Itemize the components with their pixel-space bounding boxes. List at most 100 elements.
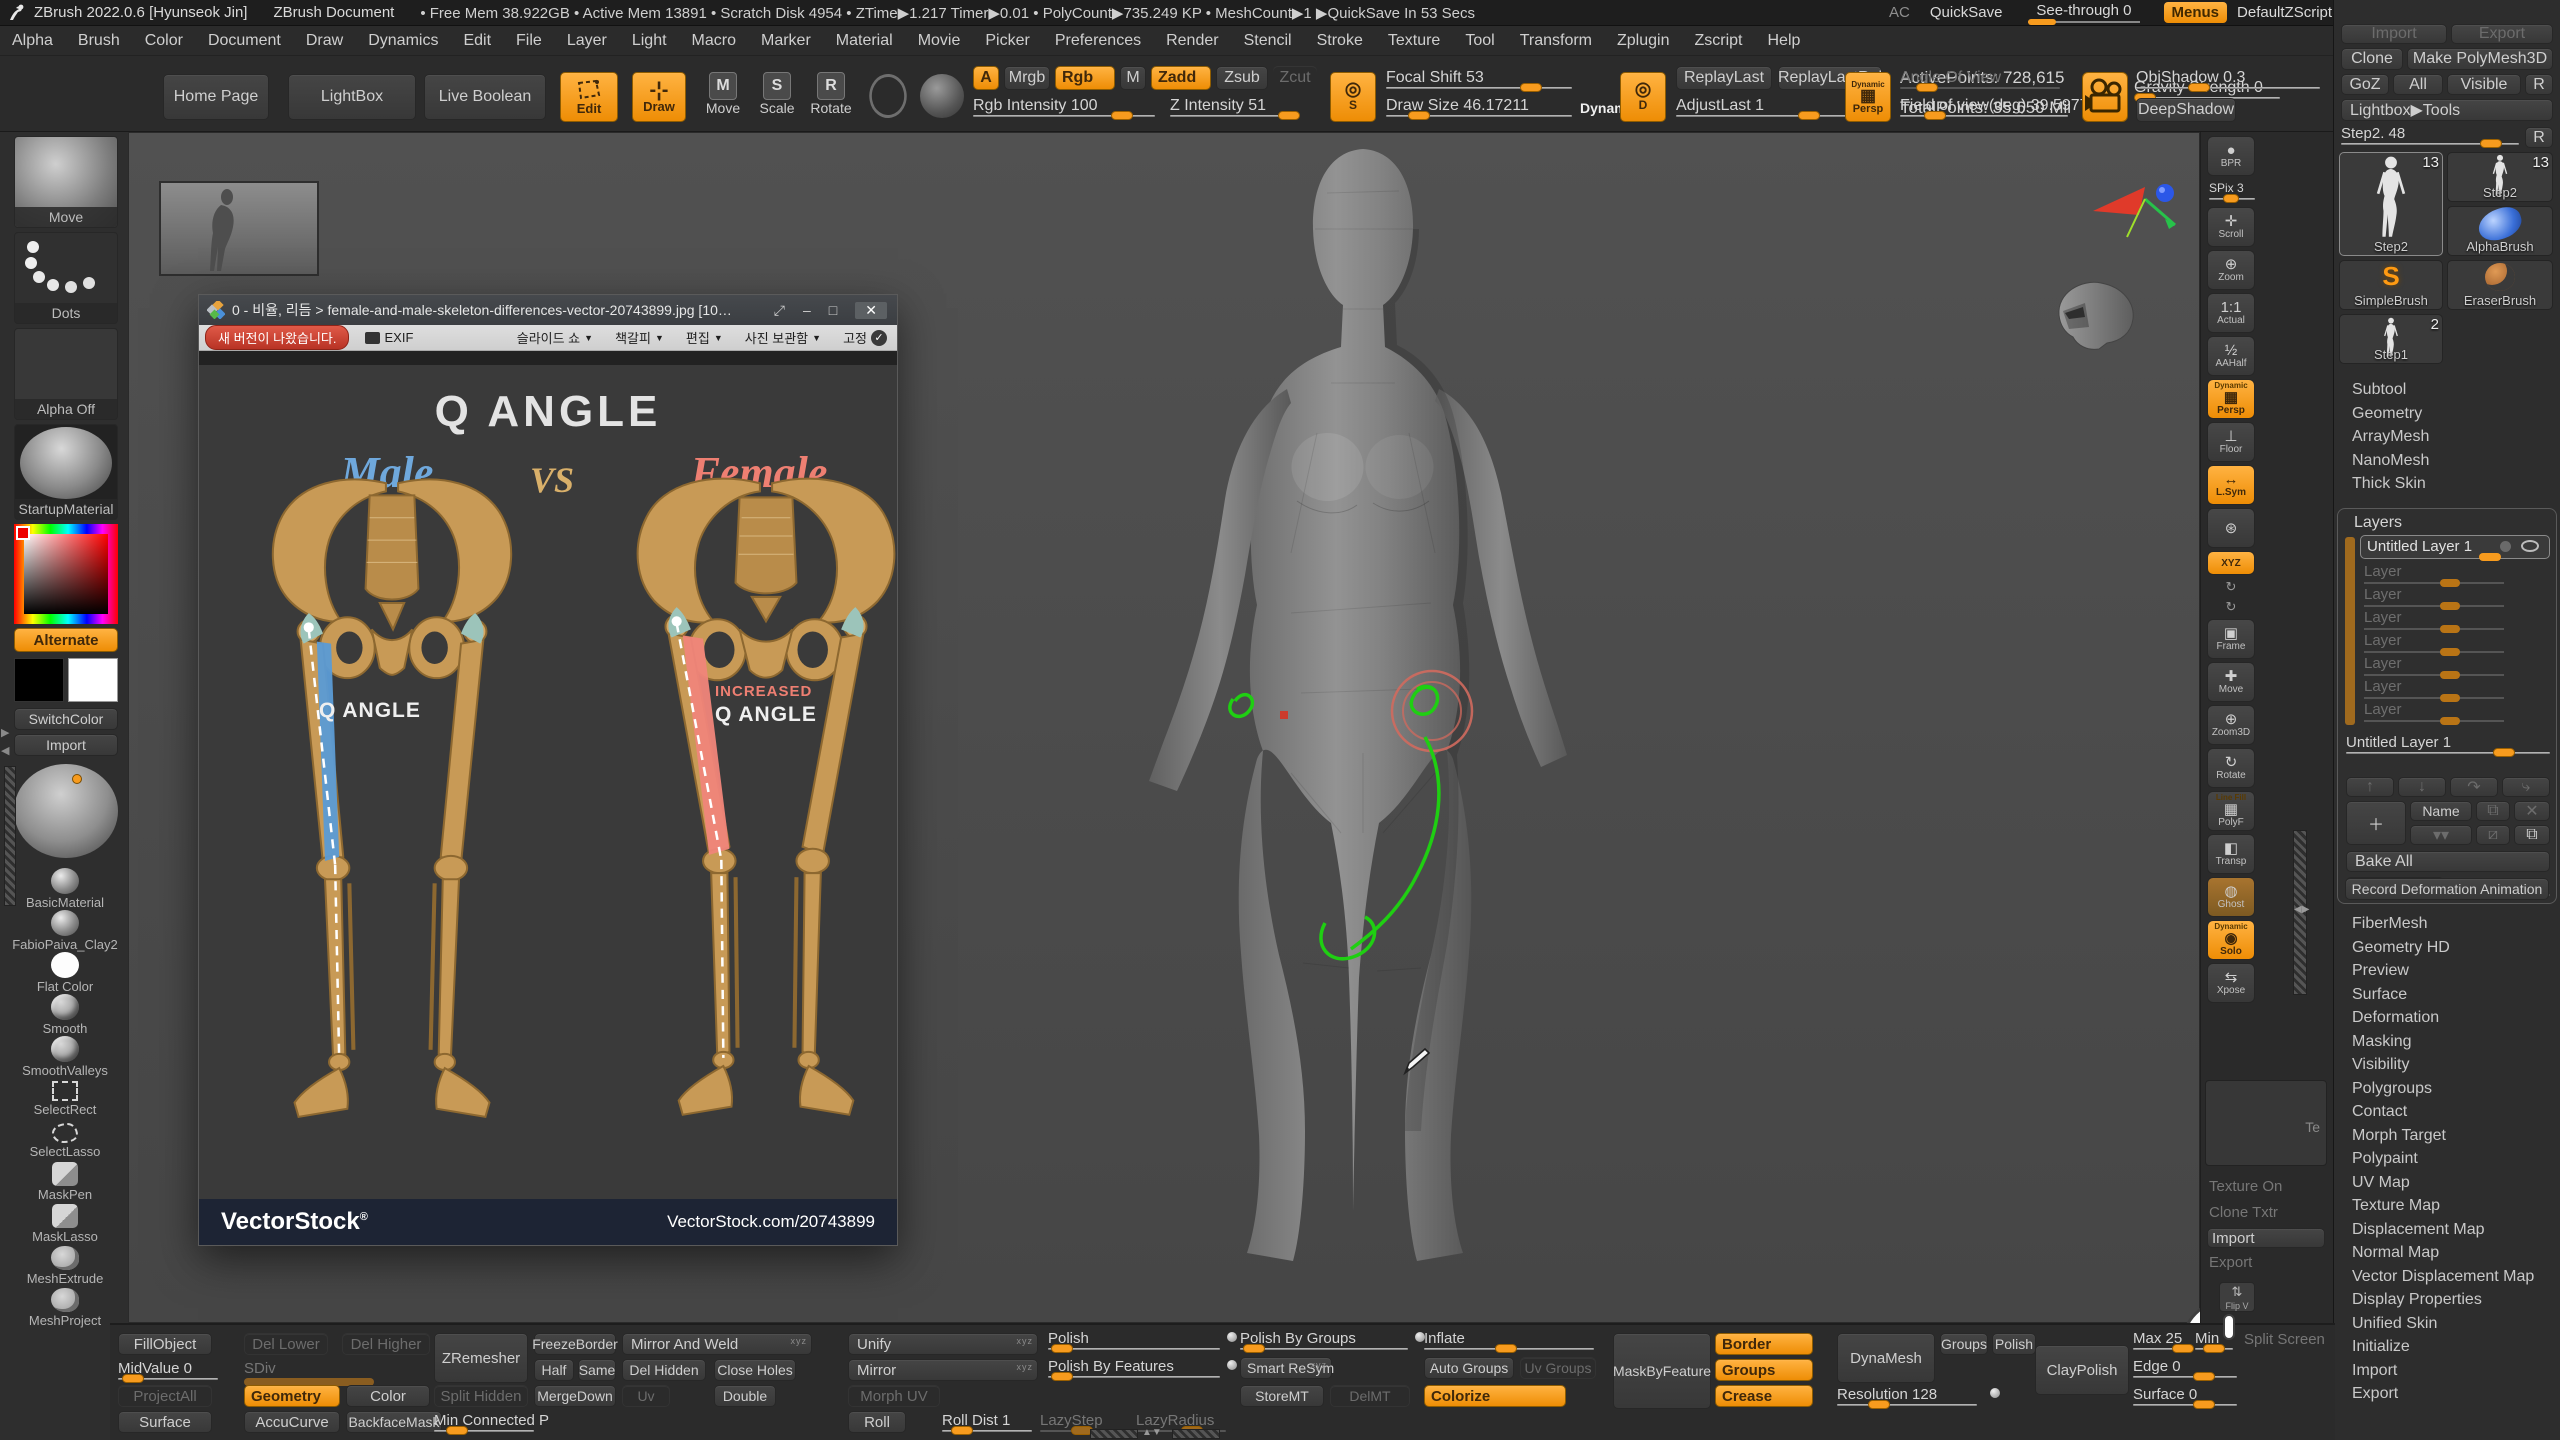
polish-toggle[interactable] — [1226, 1331, 1238, 1343]
live-boolean-button[interactable]: Live Boolean — [424, 74, 546, 120]
update-notice-button[interactable]: 새 버전이 나왔습니다. — [205, 325, 349, 350]
zoom-button[interactable]: ⊕Zoom — [2207, 250, 2255, 290]
movie-camera-icon[interactable] — [2082, 72, 2128, 122]
zoom3d-button[interactable]: ⊕Zoom3D — [2207, 705, 2255, 745]
rotate-mode-button[interactable]: R Rotate — [806, 72, 856, 116]
menu-picker[interactable]: Picker — [985, 32, 1029, 50]
section-vector-displacement-map[interactable]: Vector Displacement Map — [2334, 1265, 2560, 1289]
section-geometry[interactable]: Geometry — [2334, 402, 2560, 426]
tool-tile-step2-small[interactable]: 13 Step2 — [2447, 152, 2553, 202]
tool-tile-simplebrush[interactable]: S SimpleBrush — [2339, 260, 2443, 310]
section-polygroups[interactable]: Polygroups — [2334, 1077, 2560, 1101]
polish-by-groups-slider[interactable]: Polish By Groups — [1240, 1329, 1408, 1350]
menu-material[interactable]: Material — [836, 32, 893, 50]
del-hidden-button[interactable]: Del Hidden — [622, 1359, 706, 1381]
left-shelf-item-smoothvalleys[interactable]: SmoothValleys — [6, 1036, 124, 1078]
tool-import-button[interactable]: Import — [2341, 24, 2447, 44]
bookmark-menu[interactable]: 책갈피▼ — [615, 328, 664, 347]
storemt-button[interactable]: StoreMT — [1240, 1385, 1324, 1407]
bake-all-button[interactable]: Bake All — [2346, 851, 2550, 872]
photo-library-menu[interactable]: 사진 보관함▼ — [745, 328, 821, 347]
section-unified-skin[interactable]: Unified Skin — [2334, 1312, 2560, 1336]
switch-color-button[interactable]: SwitchColor — [14, 708, 118, 730]
geometry-tab-button[interactable]: Geometry — [244, 1385, 340, 1407]
section-deformation[interactable]: Deformation — [2334, 1006, 2560, 1030]
left-shelf-item-smooth[interactable]: Smooth — [6, 994, 124, 1036]
zcut-button[interactable]: Zcut — [1273, 66, 1317, 90]
layer-redo-all-button[interactable]: ⤷ — [2502, 777, 2550, 797]
brush-dynamics-icon[interactable]: ◎S — [1330, 72, 1376, 122]
layer-intensity-bar[interactable] — [2345, 537, 2355, 725]
uv-button[interactable]: Uv — [622, 1385, 670, 1407]
step2-slider[interactable]: Step2. 48 — [2341, 124, 2519, 145]
texture-import-button[interactable]: Import — [2207, 1228, 2325, 1248]
polish-by-features-slider[interactable]: Polish By Features — [1048, 1357, 1220, 1378]
layer-name-button[interactable]: Name — [2410, 801, 2472, 821]
scroll-button[interactable]: ✛Scroll — [2207, 207, 2255, 247]
surface-button[interactable]: Surface — [118, 1411, 212, 1433]
left-shelf-item-selectrect[interactable]: SelectRect — [6, 1078, 124, 1120]
pin-toggle[interactable]: 고정 ✓ — [843, 328, 887, 347]
slideshow-menu[interactable]: 슬라이드 쇼▼ — [517, 328, 593, 347]
tool-tile-step1[interactable]: 2 Step1 — [2339, 314, 2443, 364]
default-zscript-button[interactable]: DefaultZScript — [2237, 4, 2332, 21]
section-thick-skin[interactable]: Thick Skin — [2334, 472, 2560, 496]
split-layer-button[interactable]: ⧄ — [2476, 825, 2510, 845]
adjust-last-slider[interactable]: AdjustLast 1 — [1676, 96, 1866, 117]
record-icon[interactable] — [2500, 541, 2511, 552]
visible-button[interactable]: Visible — [2447, 74, 2521, 95]
spix-slider[interactable]: SPix 3 — [2209, 179, 2255, 200]
auto-groups-button[interactable]: Auto Groups — [1424, 1357, 1514, 1379]
tool-tile-step2-large[interactable]: 13 Step2 — [2339, 152, 2443, 256]
material-large-preview[interactable] — [10, 762, 122, 862]
transp-button[interactable]: ◧Transp — [2207, 834, 2255, 874]
menu-marker[interactable]: Marker — [761, 32, 811, 50]
split-screen-button[interactable]: Split Screen — [2244, 1331, 2325, 1348]
delete-layer-button[interactable]: ✕ — [2514, 801, 2550, 821]
lock-button[interactable]: ⊛ — [2207, 508, 2255, 548]
left-divider-handle[interactable] — [4, 766, 16, 906]
section-visibility[interactable]: Visibility — [2334, 1053, 2560, 1077]
edit-menu[interactable]: 편집▼ — [686, 328, 723, 347]
border-button[interactable]: Border — [1715, 1333, 1813, 1355]
section-displacement-map[interactable]: Displacement Map — [2334, 1218, 2560, 1242]
menu-stroke[interactable]: Stroke — [1317, 32, 1363, 50]
colorize-button[interactable]: Colorize — [1424, 1385, 1566, 1407]
viewer-minimize-button[interactable]: – — [803, 302, 811, 318]
layer-up-button[interactable]: ↑ — [2346, 777, 2394, 797]
exif-button[interactable]: EXIF — [365, 330, 413, 345]
move-mode-button[interactable]: M Move — [699, 72, 747, 116]
del-lower-button[interactable]: Del Lower — [244, 1333, 328, 1355]
invert-layer-button[interactable]: ⧉ — [2514, 825, 2550, 845]
roll-button[interactable]: Roll — [848, 1411, 906, 1433]
duplicate-layer-button[interactable]: ⧉ — [2476, 801, 2510, 821]
edit-mode-button[interactable]: Edit — [560, 72, 618, 122]
menu-texture[interactable]: Texture — [1388, 32, 1440, 50]
section-fibermesh[interactable]: FiberMesh — [2334, 912, 2560, 936]
layer-redo-button[interactable]: ↷ — [2450, 777, 2498, 797]
section-morph-target[interactable]: Morph Target — [2334, 1124, 2560, 1148]
objshadow-slider[interactable]: ObjShadow 0.3 — [2136, 68, 2320, 89]
divider-arrows-icon[interactable]: ◀▶ — [2294, 904, 2309, 915]
z-intensity-slider[interactable]: Z Intensity 51 — [1170, 96, 1295, 117]
scale-mode-button[interactable]: S Scale — [754, 72, 800, 116]
layer-row-4[interactable]: Layer — [2360, 632, 2550, 655]
rgb-button[interactable]: Rgb — [1055, 66, 1115, 90]
section-import[interactable]: Import — [2334, 1359, 2560, 1383]
viewer-fullscreen-icon[interactable]: ⤢ — [774, 302, 785, 319]
current-material-thumbnail[interactable]: StartupMaterial — [14, 424, 118, 520]
left-shelf-item-basicmaterial[interactable]: BasicMaterial — [6, 868, 124, 910]
left-shelf-item-selectlasso[interactable]: SelectLasso — [6, 1120, 124, 1162]
color-picker[interactable] — [14, 524, 118, 624]
stroke-preview-icon[interactable] — [866, 70, 910, 122]
new-layer-button[interactable]: ＋ — [2346, 801, 2406, 845]
zremesher-button[interactable]: ZRemesher — [434, 1333, 528, 1383]
canvas-scroll-arrows[interactable]: ▲▼ — [1142, 1427, 1162, 1438]
mergedown-button[interactable]: MergeDown — [534, 1385, 616, 1407]
dynamesh-button[interactable]: DynaMesh — [1837, 1333, 1935, 1383]
layer-row-5[interactable]: Layer — [2360, 655, 2550, 678]
section-uv-map[interactable]: UV Map — [2334, 1171, 2560, 1195]
left-shelf-item-meshextrude[interactable]: MeshExtrude — [6, 1246, 124, 1288]
orientation-gizmo[interactable] — [2087, 171, 2183, 247]
section-normal-map[interactable]: Normal Map — [2334, 1241, 2560, 1265]
